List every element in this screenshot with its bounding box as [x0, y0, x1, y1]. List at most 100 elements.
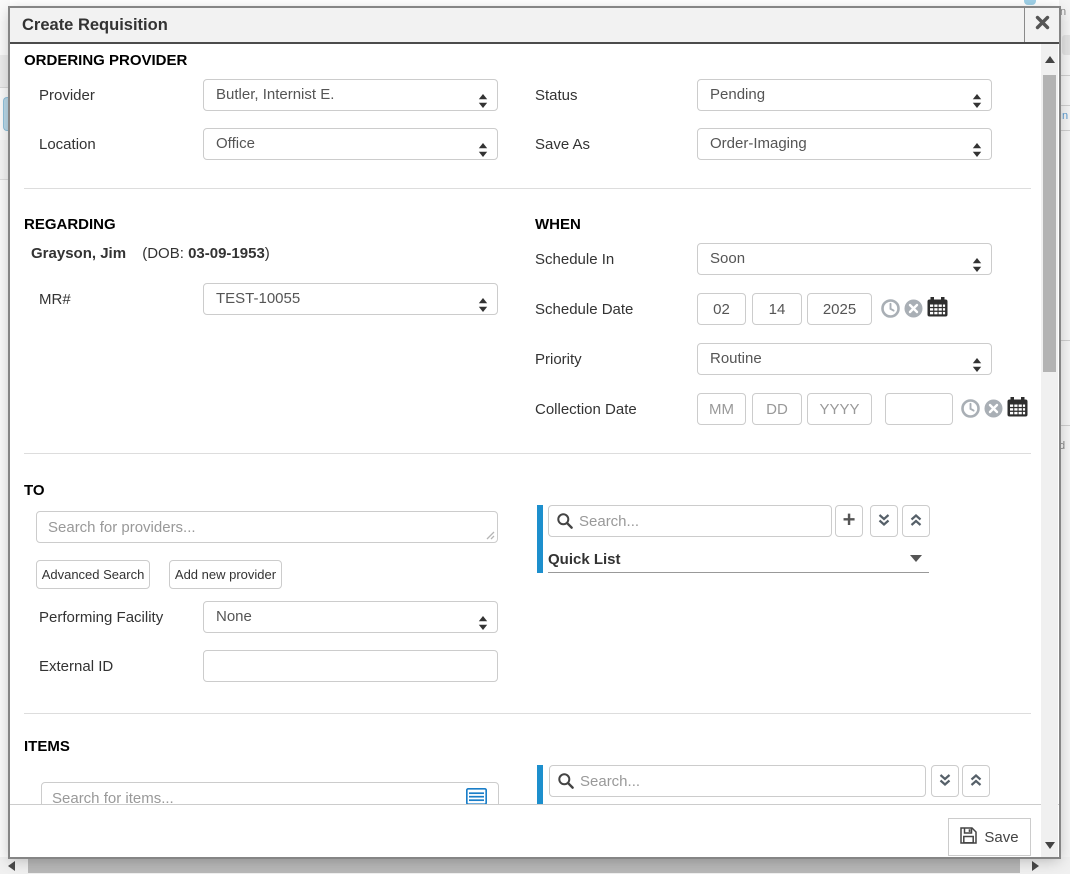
select-caret-icon: [972, 138, 982, 160]
section-divider: [24, 188, 1031, 189]
collection-date-label: Collection Date: [535, 401, 637, 418]
background-page-left-edge: [0, 0, 10, 874]
collection-date-day-input[interactable]: [752, 393, 802, 425]
select-caret-icon: [478, 89, 488, 111]
provider-select[interactable]: Butler, Internist E.: [203, 79, 498, 111]
provider-search-textarea[interactable]: Search for providers...: [36, 511, 498, 543]
location-select[interactable]: Office: [203, 128, 498, 160]
quicklist-search-input[interactable]: [548, 505, 832, 537]
horizontal-scrollbar-thumb[interactable]: [28, 858, 1020, 873]
quick-list-underline: [548, 572, 929, 573]
close-button[interactable]: [1024, 8, 1059, 42]
collection-date-time-icon[interactable]: [961, 399, 980, 418]
background-block: [1024, 0, 1036, 5]
dob-prefix: (DOB:: [142, 245, 184, 262]
provider-label: Provider: [39, 87, 95, 104]
select-caret-icon: [972, 253, 982, 275]
add-new-provider-button[interactable]: Add new provider: [169, 560, 282, 589]
external-id-label: External ID: [39, 658, 113, 675]
schedule-date-calendar-icon[interactable]: [927, 297, 948, 317]
collapse-all-button[interactable]: [902, 505, 930, 537]
background-text-fragment: d: [1059, 440, 1065, 452]
background-page-right-edge: n In d: [1059, 0, 1070, 874]
section-divider: [24, 453, 1031, 454]
patient-name: Grayson, Jim: [31, 245, 126, 262]
collection-date-calendar-icon[interactable]: [1007, 397, 1028, 417]
scrollbar-corner: [1048, 857, 1070, 874]
item-list-icon[interactable]: [466, 788, 487, 805]
regarding-heading: REGARDING: [24, 216, 116, 233]
provider-quicklist-search: [548, 505, 832, 537]
background-block: [1062, 35, 1070, 55]
select-caret-icon: [972, 89, 982, 111]
schedule-date-month-input[interactable]: [697, 293, 746, 325]
select-caret-icon: [478, 611, 488, 633]
chevron-double-up-icon: [909, 513, 923, 530]
save-as-select[interactable]: Order-Imaging: [697, 128, 992, 160]
save-label: Save: [984, 829, 1018, 846]
priority-select[interactable]: Routine: [697, 343, 992, 375]
search-icon: [557, 513, 573, 534]
select-caret-icon: [478, 293, 488, 315]
items-expand-all-button[interactable]: [931, 765, 959, 797]
status-select[interactable]: Pending: [697, 79, 992, 111]
vertical-scrollbar-thumb[interactable]: [1043, 75, 1056, 372]
priority-label: Priority: [535, 351, 582, 368]
background-block: [0, 55, 10, 88]
performing-facility-select[interactable]: None: [203, 601, 498, 633]
schedule-in-select[interactable]: Soon: [697, 243, 992, 275]
when-heading: WHEN: [535, 216, 581, 233]
schedule-date-label: Schedule Date: [535, 301, 633, 318]
resize-grip-icon[interactable]: [486, 531, 495, 540]
location-label: Location: [39, 136, 96, 153]
mr-label: MR#: [39, 291, 71, 308]
background-block: [0, 140, 10, 180]
panel-accent-bar: [537, 765, 543, 804]
quick-list-header[interactable]: Quick List: [548, 551, 621, 568]
collection-date-time-input[interactable]: [885, 393, 953, 425]
page-horizontal-scrollbar[interactable]: [0, 857, 1048, 874]
schedule-in-label: Schedule In: [535, 251, 614, 268]
collection-date-year-input[interactable]: [807, 393, 872, 425]
select-caret-icon: [972, 353, 982, 375]
chevron-double-up-icon: [969, 773, 983, 790]
save-as-label: Save As: [535, 136, 590, 153]
schedule-date-day-input[interactable]: [752, 293, 802, 325]
dob-suffix: ): [265, 245, 270, 262]
external-id-input[interactable]: [203, 650, 498, 682]
chevron-double-down-icon: [938, 773, 952, 790]
background-text-fragment: In: [1059, 110, 1068, 122]
advanced-search-button[interactable]: Advanced Search: [36, 560, 150, 589]
status-label: Status: [535, 87, 578, 104]
schedule-date-clear-icon[interactable]: [904, 299, 923, 318]
save-icon: [960, 827, 977, 848]
background-button-fragment: [3, 97, 10, 131]
search-icon: [558, 773, 574, 794]
dialog-footer: Save: [10, 804, 1059, 857]
expand-all-button[interactable]: [870, 505, 898, 537]
dialog-vertical-scrollbar[interactable]: [1041, 44, 1058, 857]
save-button[interactable]: Save: [948, 818, 1031, 856]
scroll-up-arrow[interactable]: [1045, 56, 1055, 63]
collection-date-month-input[interactable]: [697, 393, 746, 425]
item-quicklist-search: [549, 765, 926, 797]
performing-facility-label: Performing Facility: [39, 609, 163, 626]
scroll-right-arrow[interactable]: [1032, 861, 1039, 871]
dialog-header: Create Requisition: [10, 8, 1059, 44]
scroll-down-arrow[interactable]: [1045, 842, 1055, 849]
items-collapse-all-button[interactable]: [962, 765, 990, 797]
select-caret-icon: [478, 138, 488, 160]
to-heading: TO: [24, 482, 45, 499]
dialog-title: Create Requisition: [22, 8, 168, 42]
schedule-date-year-input[interactable]: [807, 293, 872, 325]
collection-date-clear-icon[interactable]: [984, 399, 1003, 418]
plus-icon: +: [843, 509, 856, 531]
section-divider: [24, 713, 1031, 714]
item-quicklist-search-input[interactable]: [549, 765, 926, 797]
schedule-date-time-icon[interactable]: [881, 299, 900, 318]
create-requisition-dialog: Create Requisition ORDERING PROVIDER Pro…: [10, 8, 1059, 857]
scroll-left-arrow[interactable]: [8, 861, 15, 871]
mr-select[interactable]: TEST-10055: [203, 283, 498, 315]
close-icon: [1035, 15, 1050, 35]
add-to-list-button[interactable]: +: [835, 505, 863, 537]
